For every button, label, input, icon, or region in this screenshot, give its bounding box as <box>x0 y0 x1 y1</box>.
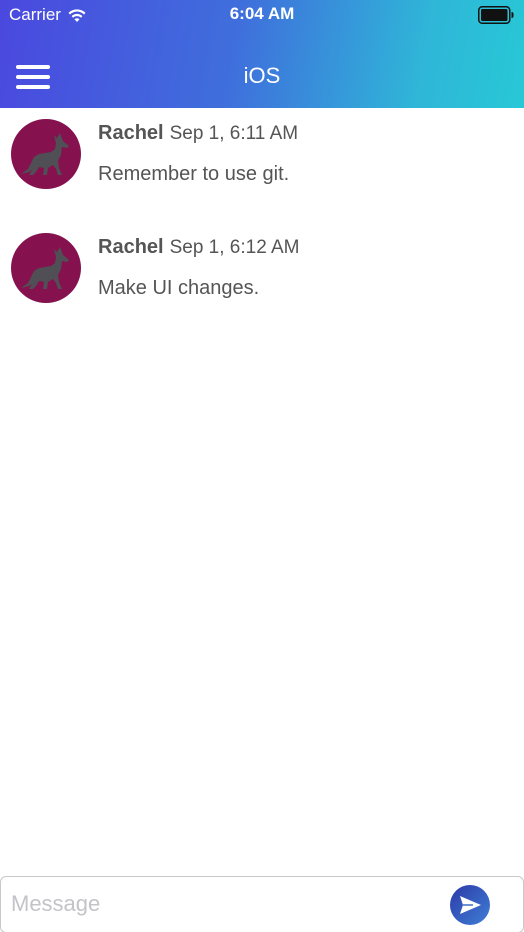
battery-icon <box>478 6 514 24</box>
chat-screen: Carrier 6:04 AM iOS Rachel Sep 1, 6:11 A… <box>0 0 524 932</box>
message-meta: Rachel Sep 1, 6:12 AM <box>98 236 300 259</box>
fox-avatar-icon[interactable] <box>11 233 81 303</box>
status-bar: Carrier 6:04 AM <box>0 0 524 30</box>
message-item[interactable]: Rachel Sep 1, 6:12 AM Make UI changes. <box>0 222 524 336</box>
header: Carrier 6:04 AM iOS <box>0 0 524 108</box>
nav-title: iOS <box>243 63 281 88</box>
nav-bar: iOS <box>0 46 524 108</box>
message-meta: Rachel Sep 1, 6:11 AM <box>98 122 298 145</box>
send-icon[interactable] <box>450 885 490 925</box>
message-text: Remember to use git. <box>98 163 290 185</box>
message-list[interactable]: Rachel Sep 1, 6:11 AM Remember to use git… <box>0 108 524 336</box>
status-time: 6:04 AM <box>229 4 295 23</box>
fox-avatar-icon[interactable] <box>11 119 81 189</box>
message-author: Rachel <box>98 122 164 144</box>
message-input[interactable] <box>11 887 431 921</box>
message-text: Make UI changes. <box>98 277 260 299</box>
message-time: Sep 1, 6:11 AM <box>169 123 299 144</box>
message-time: Sep 1, 6:12 AM <box>169 237 300 258</box>
message-author: Rachel <box>98 236 164 258</box>
message-composer <box>0 876 524 932</box>
message-item[interactable]: Rachel Sep 1, 6:11 AM Remember to use git… <box>0 108 524 222</box>
